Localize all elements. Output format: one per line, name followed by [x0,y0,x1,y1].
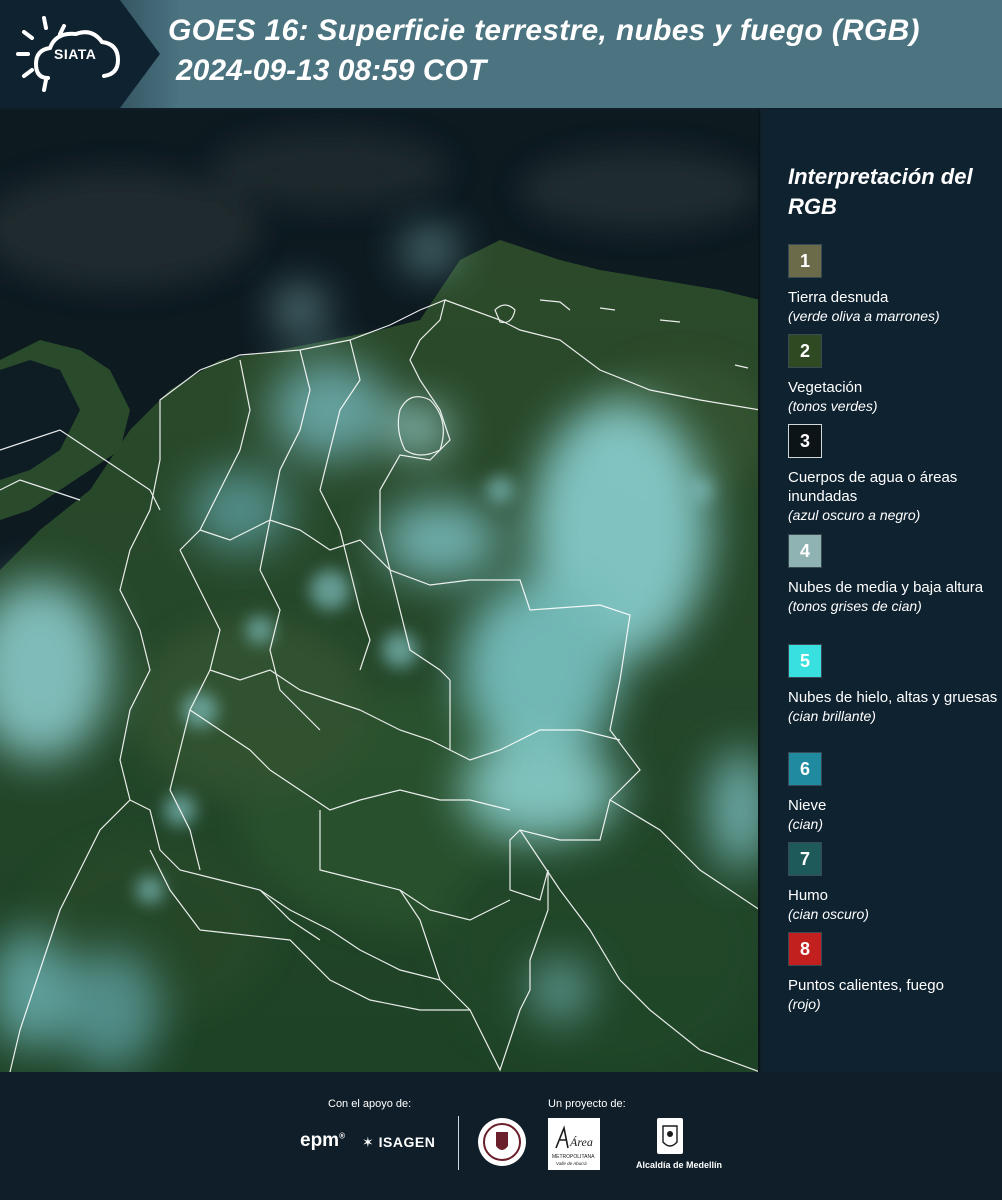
legend-swatch: 8 [788,932,822,966]
legend-label: Nieve [788,797,827,814]
legend-sub: (rojo) [788,996,821,1012]
isagen-mark-icon: ✶ [362,1134,375,1150]
legend-swatch: 5 [788,644,822,678]
legend-item-fire: 8 Puntos calientes, fuego (rojo) [788,932,998,1014]
legend-sub: (cian brillante) [788,708,876,724]
satellite-map[interactable] [0,110,760,1072]
legend-title: Interpretación del RGB [788,164,973,219]
page-datetime: 2024-09-13 08:59 COT [176,54,487,87]
legend-number: 6 [799,758,810,779]
legend-item-bare-soil: 1 Tierra desnuda (verde oliva a marrones… [788,244,998,326]
legend-swatch: 1 [788,244,822,278]
project-label: Un proyecto de: [548,1098,626,1110]
legend-sub: (tonos grises de cian) [788,598,922,614]
alcaldia-crest-icon [657,1118,683,1154]
legend-item-ice-clouds: 5 Nubes de hielo, altas y gruesas (cian … [788,644,998,726]
legend-number: 3 [799,430,810,451]
isagen-logo: ✶ ISAGEN [362,1134,435,1151]
legend-label: Tierra desnuda [788,289,889,306]
legend-sub: (cian) [788,816,824,832]
legend-label: Nubes de media y baja altura [788,579,984,596]
medellin-seal-icon [478,1118,526,1166]
legend-item-snow: 6 Nieve (cian) [788,752,998,834]
legend-swatch: 2 [788,334,822,368]
satellite-image [0,110,758,1072]
footer-divider [458,1116,459,1170]
legend-sub: (verde oliva a marrones) [788,308,940,324]
legend-swatch: 4 [788,534,822,568]
siata-logo-text: SIATA [54,46,97,62]
legend-number: 7 [799,848,810,869]
area-metropolitana-logo: Área METROPOLITANA Valle de Aburrá [548,1118,600,1170]
footer: Con el apoyo de: Un proyecto de: epm® ✶ … [0,1072,1002,1200]
legend-number: 2 [799,340,810,361]
legend-panel: Interpretación del RGB 1 Tierra desnuda … [762,110,1002,1072]
epm-text: epm [300,1130,340,1151]
legend-label: Cuerpos de agua o áreas inundadas [788,469,958,505]
legend-number: 1 [799,250,810,271]
legend-sub: (tonos verdes) [788,398,878,414]
legend-sub: (azul oscuro a negro) [788,507,921,523]
legend-label: Humo [788,887,829,904]
area-logo-name: Área [569,1135,593,1149]
page-title: GOES 16: Superficie terrestre, nubes y f… [168,14,920,47]
isagen-text: ISAGEN [378,1134,436,1150]
alcaldia-text: Alcaldía de Medellín [636,1160,723,1170]
legend-item-smoke: 7 Humo (cian oscuro) [788,842,998,924]
legend-item-low-clouds: 4 Nubes de media y baja altura (tonos gr… [788,534,998,616]
legend-number: 5 [799,650,810,671]
area-logo-sub: METROPOLITANA [552,1154,595,1160]
legend-sub: (cian oscuro) [788,906,869,922]
legend-item-water: 3 Cuerpos de agua o áreas inundadas (azu… [788,424,998,525]
area-logo-sub2: Valle de Aburrá [556,1161,587,1166]
header: SIATA GOES 16: Superficie terrestre, nub… [0,0,1002,108]
legend-swatch: 6 [788,752,822,786]
legend-swatch: 7 [788,842,822,876]
support-label: Con el apoyo de: [328,1098,412,1110]
epm-logo: epm® [300,1130,345,1151]
legend-label: Nubes de hielo, altas y gruesas [788,689,998,706]
legend-number: 4 [799,540,810,561]
legend-label: Vegetación [788,379,863,396]
alcaldia-logo: Alcaldía de Medellín [636,1116,723,1176]
legend-item-vegetation: 2 Vegetación (tonos verdes) [788,334,998,416]
legend-swatch: 3 [788,424,822,458]
legend-label: Puntos calientes, fuego [788,977,944,994]
legend-number: 8 [799,938,810,959]
